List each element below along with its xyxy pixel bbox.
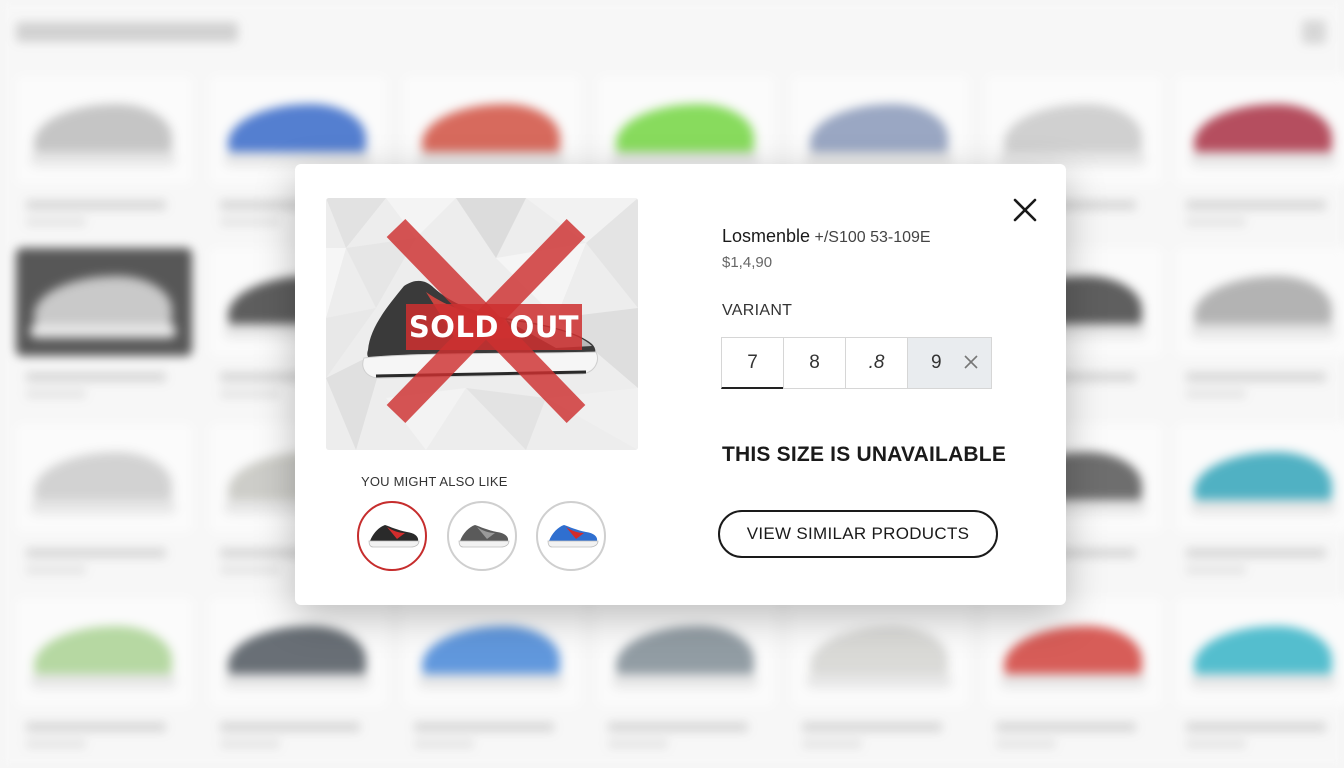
product-name: Losmenble: [722, 226, 811, 246]
variant-option-8[interactable]: 8: [783, 337, 846, 389]
variant-option-9-unavailable[interactable]: 9: [907, 337, 992, 389]
unavailable-x-icon: [964, 355, 978, 369]
product-sku: +/S100 53-109E: [810, 229, 931, 246]
grey-shoe-icon: [458, 525, 510, 548]
variant-label: VARIANT: [722, 302, 793, 319]
variant-option-7[interactable]: 7: [721, 337, 784, 389]
recommendation-item-3[interactable]: [536, 501, 606, 571]
sold-out-badge: SOLD OUT: [406, 304, 582, 350]
blue-red-shoe-icon: [547, 525, 599, 548]
variant-option-label: 9: [931, 352, 942, 373]
close-button[interactable]: [1007, 192, 1043, 228]
recommendation-item-2[interactable]: [447, 501, 517, 571]
variant-option-8b[interactable]: .8: [845, 337, 908, 389]
recommendation-item-1[interactable]: [357, 501, 427, 571]
close-icon: [1013, 198, 1037, 222]
product-title: Losmenble +/S100 53-109E: [722, 226, 931, 247]
size-unavailable-message: THIS SIZE IS UNAVAILABLE: [722, 443, 1007, 466]
variant-option-label: .8: [868, 352, 885, 373]
product-image: SOLD OUT: [326, 198, 638, 450]
view-similar-products-button[interactable]: VIEW SIMILAR PRODUCTS: [718, 510, 998, 558]
product-price: $1,4,90: [722, 254, 773, 271]
recommendations-label: YOU MIGHT ALSO LIKE: [361, 474, 508, 489]
variant-option-label: 8: [809, 352, 820, 373]
product-quickview-modal: SOLD OUT YOU MIGHT ALSO LIKE Losmenble +…: [295, 164, 1066, 605]
variant-selector: 7 8 .8 9: [721, 337, 994, 389]
black-red-shoe-icon: [368, 525, 420, 548]
variant-option-label: 7: [747, 351, 758, 373]
